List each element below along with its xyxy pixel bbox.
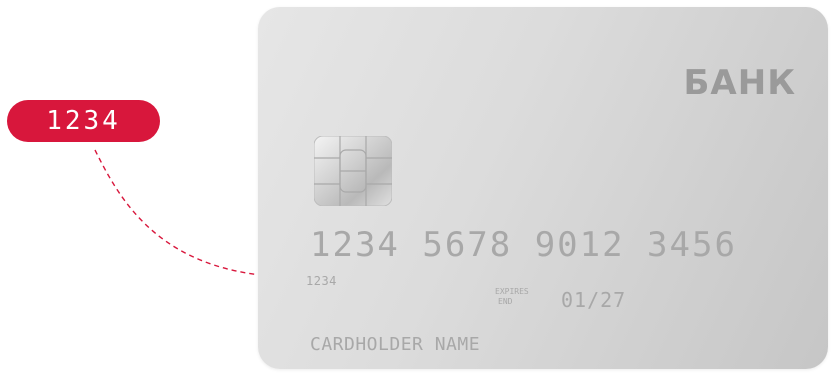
highlight-badge: 1234 bbox=[7, 100, 160, 142]
cardholder-name: CARDHOLDER NAME bbox=[310, 334, 481, 355]
expires-label-top: EXPIRES bbox=[495, 287, 529, 296]
expires-end-label: EXPIRES END bbox=[495, 287, 529, 307]
bank-name: БАНК bbox=[683, 63, 796, 103]
emv-chip-icon bbox=[314, 136, 392, 206]
expires-label-bottom: END bbox=[498, 297, 513, 306]
expiry-date: 01/27 bbox=[561, 288, 627, 312]
badge-number: 1234 bbox=[46, 106, 121, 136]
card-number-short: 1234 bbox=[306, 274, 337, 288]
bank-card: БАНК 1234 5678 9012 3456 1234 EXPIRES EN… bbox=[258, 7, 828, 369]
card-number: 1234 5678 9012 3456 bbox=[310, 225, 737, 265]
